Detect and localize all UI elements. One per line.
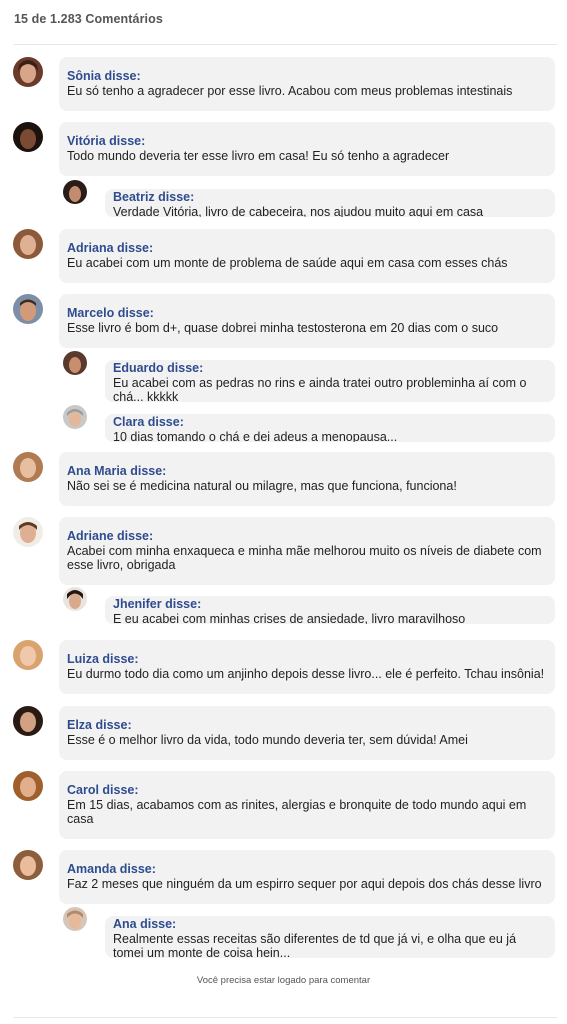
comment-bubble: Sônia disse: Eu só tenho a agradecer por…	[59, 57, 555, 111]
comment-bubble: Carol disse: Em 15 dias, acabamos com as…	[59, 771, 555, 839]
avatar	[13, 517, 43, 547]
avatar	[63, 907, 87, 931]
avatar	[63, 405, 87, 429]
comment-author[interactable]: Sônia disse:	[67, 69, 547, 84]
avatar	[13, 640, 43, 670]
comment-text: Eu durmo todo dia como um anjinho depois…	[67, 667, 545, 681]
avatar	[13, 57, 43, 87]
comment-bubble: Marcelo disse: Esse livro é bom d+, quas…	[59, 294, 555, 348]
login-required-notice: Você precisa estar logado para comentar	[196, 975, 371, 986]
reply-bubble: Eduardo disse: Eu acabei com as pedras n…	[105, 360, 555, 402]
comment-bubble: Luiza disse: Eu durmo todo dia como um a…	[59, 640, 555, 694]
comment-author[interactable]: Clara disse:	[113, 415, 547, 430]
reply-bubble: Jhenifer disse: E eu acabei com minhas c…	[105, 596, 555, 624]
comment-author[interactable]: Carol disse:	[67, 783, 547, 798]
comment-text: Não sei se é medicina natural ou milagre…	[67, 479, 457, 493]
divider	[14, 1017, 557, 1018]
comment-author[interactable]: Adriane disse:	[67, 529, 547, 544]
avatar	[63, 587, 87, 611]
comment-author[interactable]: Jhenifer disse:	[113, 597, 547, 612]
comment-text: E eu acabei com minhas crises de ansieda…	[113, 612, 466, 624]
divider	[14, 44, 557, 45]
comment-text: Todo mundo deveria ter esse livro em cas…	[67, 149, 450, 163]
reply-bubble: Clara disse: 10 dias tomando o chá e dei…	[105, 414, 555, 442]
avatar	[13, 294, 43, 324]
comment-author[interactable]: Marcelo disse:	[67, 306, 547, 321]
avatar	[13, 706, 43, 736]
comment-author[interactable]: Ana Maria disse:	[67, 464, 547, 479]
comment-author[interactable]: Adriana disse:	[67, 241, 547, 256]
comment-text: Faz 2 meses que ninguém da um espirro se…	[67, 877, 542, 891]
comment-text: Esse é o melhor livro da vida, todo mund…	[67, 733, 468, 747]
avatar	[63, 180, 87, 204]
comment-text: Acabei com minha enxaqueca e minha mãe m…	[67, 544, 542, 572]
avatar	[13, 122, 43, 152]
comment-bubble: Adriane disse: Acabei com minha enxaquec…	[59, 517, 555, 585]
avatar	[13, 229, 43, 259]
comment-author[interactable]: Elza disse:	[67, 718, 547, 733]
comment-text: Eu acabei com as pedras no rins e ainda …	[113, 376, 527, 402]
avatar	[13, 452, 43, 482]
comment-text: Esse livro é bom d+, quase dobrei minha …	[67, 321, 499, 335]
comment-author[interactable]: Luiza disse:	[67, 652, 547, 667]
avatar	[63, 351, 87, 375]
avatar	[13, 850, 43, 880]
comment-author[interactable]: Beatriz disse:	[113, 190, 547, 205]
comment-text: Eu só tenho a agradecer por esse livro. …	[67, 84, 513, 98]
comment-author[interactable]: Ana disse:	[113, 917, 547, 932]
comment-text: Em 15 dias, acabamos com as rinites, ale…	[67, 798, 527, 826]
comment-text: 10 dias tomando o chá e dei adeus a meno…	[113, 430, 398, 442]
avatar	[13, 771, 43, 801]
reply-bubble: Ana disse: Realmente essas receitas são …	[105, 916, 555, 958]
comment-author[interactable]: Amanda disse:	[67, 862, 547, 877]
comment-text: Verdade Vitória, livro de cabeceira, nos…	[113, 205, 484, 217]
comment-bubble: Elza disse: Esse é o melhor livro da vid…	[59, 706, 555, 760]
comment-bubble: Amanda disse: Faz 2 meses que ninguém da…	[59, 850, 555, 904]
comment-text: Realmente essas receitas são diferentes …	[113, 932, 517, 958]
comment-author[interactable]: Eduardo disse:	[113, 361, 547, 376]
comment-bubble: Vitória disse: Todo mundo deveria ter es…	[59, 122, 555, 176]
comments-count: 15 de 1.283 Comentários	[14, 12, 163, 26]
comment-bubble: Adriana disse: Eu acabei com um monte de…	[59, 229, 555, 283]
comment-bubble: Ana Maria disse: Não sei se é medicina n…	[59, 452, 555, 506]
comment-text: Eu acabei com um monte de problema de sa…	[67, 256, 508, 270]
comment-author[interactable]: Vitória disse:	[67, 134, 547, 149]
reply-bubble: Beatriz disse: Verdade Vitória, livro de…	[105, 189, 555, 217]
